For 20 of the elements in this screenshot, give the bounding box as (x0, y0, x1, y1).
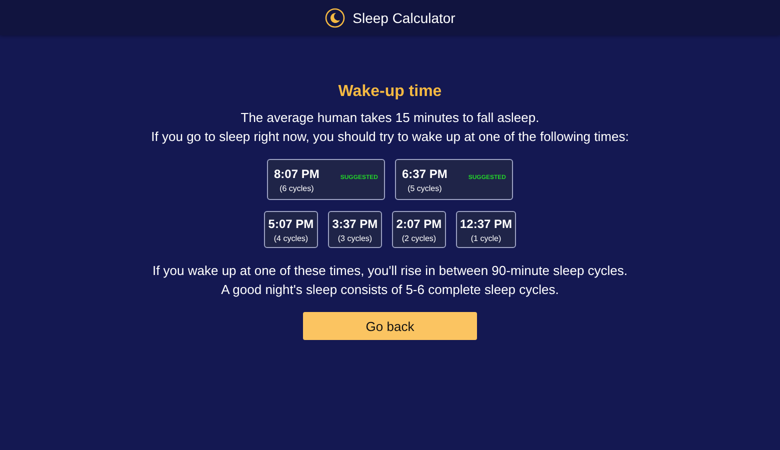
wake-time: 6:37 PM (402, 166, 448, 180)
cycle-count: (1 cycle) (470, 234, 502, 242)
wake-time: 12:37 PM (460, 216, 512, 230)
moon-logo-icon (324, 8, 345, 28)
wake-time: 8:07 PM (274, 166, 320, 180)
go-back-button[interactable]: Go back (303, 312, 477, 340)
app-title: Sleep Calculator (352, 10, 456, 26)
explanation-text: If you wake up at one of these times, you'll rise in between 90-minute sleep cycles. (152, 262, 628, 280)
wake-time: 2:07 PM (396, 216, 442, 230)
intro-text: The average human takes 15 minutes to fall asleep. (240, 109, 540, 127)
section-heading: Wake-up time (338, 83, 442, 101)
cycle-count: (3 cycles) (338, 234, 372, 242)
cycle-count: (2 cycles) (402, 234, 436, 242)
cycle-count: (5 cycles) (408, 184, 442, 192)
wake-time: 3:37 PM (332, 216, 378, 230)
explanation-text: A good night's sleep consists of 5-6 complete sleep cycles. (220, 281, 560, 299)
intro-text: If you go to sleep right now, you should try to wake up at one of the following times: (151, 128, 629, 146)
cycle-count: (6 cycles) (280, 184, 314, 192)
cycle-count: (4 cycles) (274, 234, 308, 242)
wake-time: 5:07 PM (268, 216, 314, 230)
